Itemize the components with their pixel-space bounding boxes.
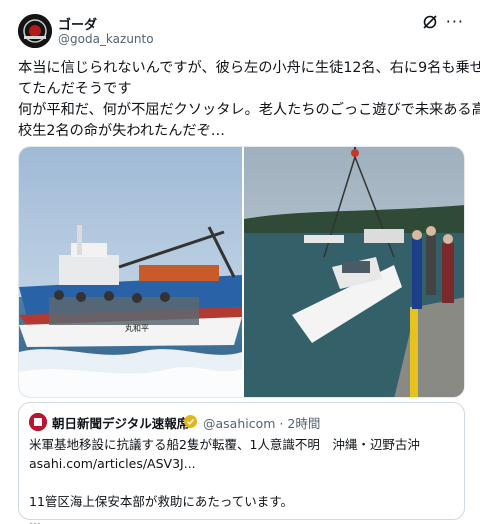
quote-link[interactable]: asahi.com/articles/ASV3J... [29,454,459,473]
author-name[interactable]: ゴーダ [58,14,97,33]
post-text: 本当に信じられないんですが、彼ら左の小舟に生徒12名、右に9名も乗せ てたんだそ… [18,58,480,142]
grok-icon[interactable] [422,14,438,30]
post-card: ゴーダ @goda_kazunto ··· 本当に信じられないんですが、彼ら左の… [0,0,480,524]
post-text-line: 何が平和だ、何が不屈だクソッタレ。老人たちのごっこ遊びで未来ある高 [18,102,480,118]
post-text-line: てたんだそうです [18,81,132,97]
quote-text-line: 11管区海上保安本部が救助にあたっています。 [29,494,294,509]
more-options-icon[interactable]: ··· [446,12,464,31]
quote-avatar [29,413,47,431]
quote-text-line: ... [29,513,41,524]
verified-badge-icon [184,413,197,428]
quote-author-handle: @asahicom [203,416,276,431]
fishing-boat-photo[interactable]: 丸和平 [19,147,242,397]
post-media: 丸和平 [18,146,465,398]
capsized-boat-photo[interactable] [244,147,464,397]
avatar[interactable] [18,14,52,48]
post-header: ゴーダ @goda_kazunto ··· [18,12,464,52]
quote-text: 米軍基地移設に抗議する船2隻が転覆、1人意識不明 沖縄・辺野古沖 asahi.c… [29,435,459,524]
quote-text-line: 米軍基地移設に抗議する船2隻が転覆、1人意識不明 沖縄・辺野古沖 [29,437,420,452]
post-text-line: 本当に信じられないんですが、彼ら左の小舟に生徒12名、右に9名も乗せ [18,60,480,76]
quoted-post[interactable]: 朝日新聞デジタル速報席 @asahicom · 2時間 米軍基地移設に抗議する船… [18,402,465,524]
quote-handle: @asahicom · 2時間 [203,413,320,432]
quote-text-line [29,473,459,492]
quote-time: · 2時間 [279,416,321,431]
quote-author-name: 朝日新聞デジタル速報席 [52,416,190,431]
author-handle[interactable]: @goda_kazunto [58,32,154,46]
boat-name: 丸和平 [125,323,149,333]
post-text-line: 校生2名の命が失われたんだぞ… [18,123,225,139]
